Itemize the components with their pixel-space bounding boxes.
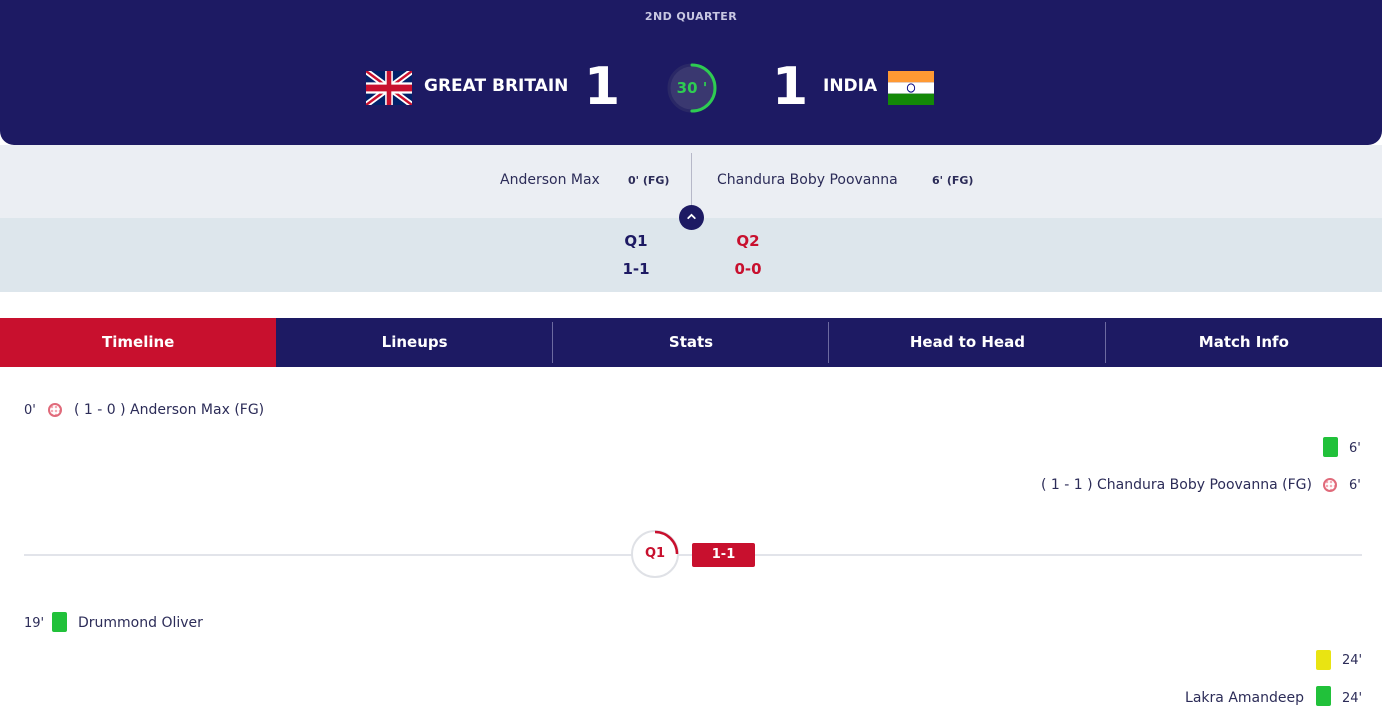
away-scorer-name: Chandura Boby Poovanna	[717, 172, 898, 188]
tab-timeline[interactable]: Timeline	[0, 318, 277, 367]
green-card-icon	[1323, 437, 1338, 457]
away-team-name[interactable]: INDIA	[823, 76, 877, 96]
match-header: 2ND QUARTER GREAT BRITAIN 1 30 ' 1 INDIA	[0, 0, 1382, 145]
tab-match-info[interactable]: Match Info	[1106, 318, 1382, 367]
match-clock: 30 '	[676, 79, 708, 97]
away-scorer-minute: 6' (FG)	[932, 174, 974, 187]
yellow-card-icon	[1316, 650, 1331, 670]
period-label: 2ND QUARTER	[644, 10, 738, 23]
event-minute: 24'	[1342, 653, 1363, 668]
home-scorer-name: Anderson Max	[500, 172, 600, 188]
india-flag-icon	[888, 71, 934, 105]
great-britain-flag-icon	[366, 71, 412, 105]
quarter-1-label: Q1	[624, 232, 648, 250]
green-card-icon	[1316, 686, 1331, 706]
event-minute: 0'	[24, 403, 36, 418]
field-goal-ball-icon	[1323, 478, 1337, 492]
quarter-2-score: 0-0	[734, 260, 762, 278]
tab-head-to-head-label: Head to Head	[909, 333, 1025, 351]
event-minute: 6'	[1349, 441, 1361, 456]
home-team-name[interactable]: GREAT BRITAIN	[424, 76, 568, 96]
event-minute: 24'	[1342, 691, 1363, 706]
quarter-1-score: 1-1	[622, 260, 650, 278]
tab-lineups-label: Lineups	[381, 333, 448, 351]
quarter-marker-label: Q1	[644, 546, 666, 561]
tab-match-info-label: Match Info	[1198, 333, 1289, 351]
event-text: ( 1 - 0 ) Anderson Max (FG)	[74, 402, 265, 418]
event-minute: 6'	[1349, 478, 1361, 493]
collapse-toggle-button[interactable]	[679, 205, 704, 230]
scorers-divider	[691, 153, 692, 208]
tab-stats-label: Stats	[668, 333, 714, 351]
event-text: ( 1 - 1 ) Chandura Boby Poovanna (FG)	[1040, 477, 1312, 493]
green-card-icon	[52, 612, 67, 632]
home-scorer-minute: 0' (FG)	[628, 174, 670, 187]
tab-lineups[interactable]: Lineups	[276, 318, 553, 367]
tab-timeline-label: Timeline	[102, 333, 175, 351]
field-goal-ball-icon	[48, 403, 62, 417]
chevron-up-icon	[687, 213, 696, 219]
home-score: 1	[584, 57, 621, 117]
tab-head-to-head[interactable]: Head to Head	[829, 318, 1106, 367]
event-text: Drummond Oliver	[78, 615, 203, 631]
quarter-2-label: Q2	[736, 232, 760, 250]
match-tabs: Timeline Lineups Stats Head to Head Matc…	[0, 318, 1382, 367]
event-text: Lakra Amandeep	[1185, 690, 1304, 706]
away-score: 1	[772, 57, 809, 117]
quarter-score-badge: 1-1	[692, 543, 755, 567]
event-minute: 19'	[24, 616, 45, 631]
tab-stats[interactable]: Stats	[553, 318, 830, 367]
